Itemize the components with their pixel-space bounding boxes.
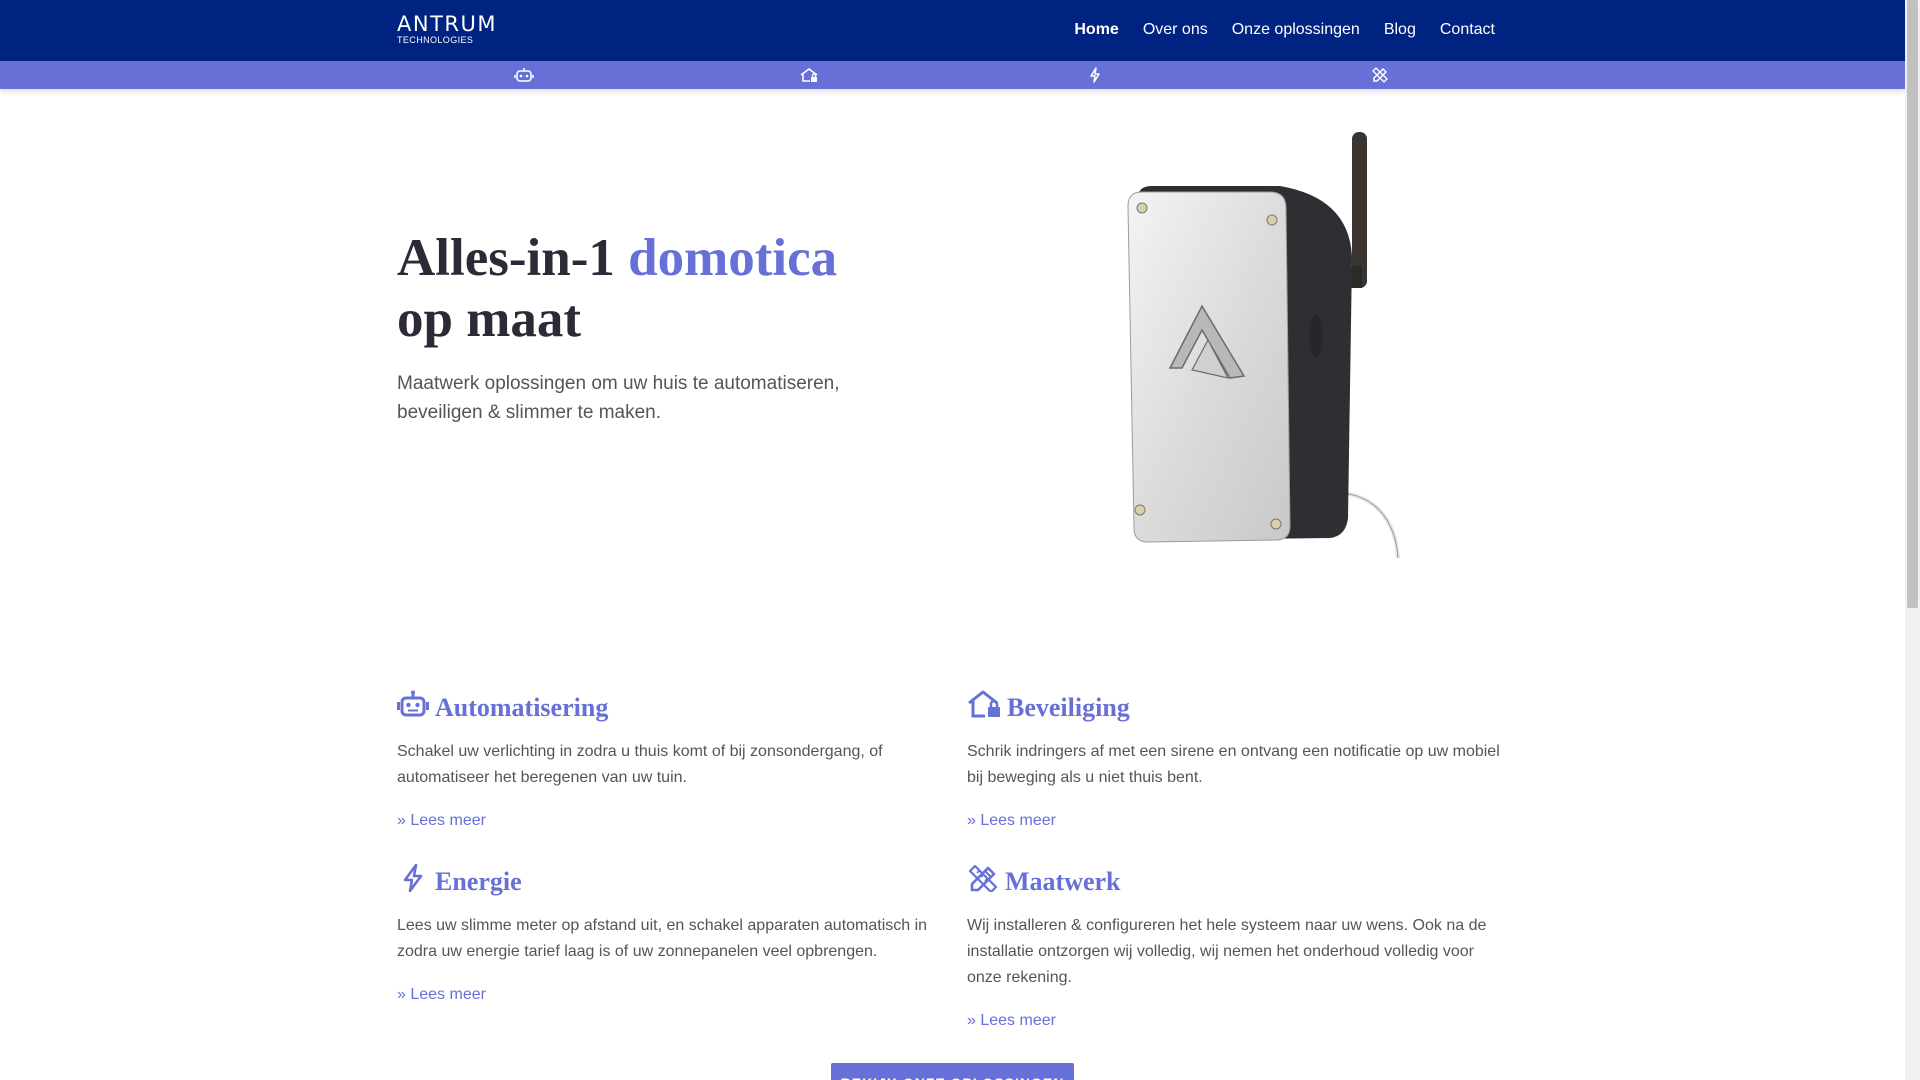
logo-name: ANTRUM [397, 12, 497, 36]
lees-meer-link[interactable]: » Lees meer [967, 1011, 1056, 1030]
feature-text: Schakel uw verlichting in zodra u thuis … [397, 743, 883, 786]
robot-icon[interactable] [514, 67, 534, 83]
bekijk-oplossingen-button[interactable]: BEKIJK ONZE OPLOSSINGEN [831, 1063, 1074, 1080]
main-nav: Home Over ons Onze oplossingen Blog Cont… [1074, 20, 1495, 39]
pencil-ruler-icon[interactable] [1370, 67, 1390, 83]
feature-automatisering: Automatisering Schakel uw verlichting in… [397, 690, 942, 830]
nav-item-onze-oplossingen[interactable]: Onze oplossingen [1232, 20, 1360, 39]
feature-title: Energie [435, 867, 522, 896]
robot-icon [397, 690, 429, 726]
feature-text: Wij installeren & configureren het hele … [967, 917, 1487, 986]
nav-item-home[interactable]: Home [1074, 20, 1118, 39]
feature-heading: Automatisering [397, 690, 942, 726]
hero-subtitle: Maatwerk oplossingen om uw huis te autom… [397, 373, 840, 423]
feature-maatwerk: Maatwerk Wij installeren & configureren … [967, 864, 1512, 1030]
nav-item-contact[interactable]: Contact [1440, 20, 1495, 39]
antrum-logo[interactable]: ANTRUM TECHNOLOGIES [397, 12, 497, 46]
feature-heading: Energie [397, 863, 942, 900]
lees-meer-link[interactable]: » Lees meer [967, 811, 1056, 830]
feature-heading: Maatwerk [967, 864, 1512, 900]
lightning-icon[interactable] [1085, 67, 1105, 83]
home-lock-icon [967, 690, 1001, 726]
feature-heading: Beveiliging [967, 690, 1512, 726]
hero-title: Alles-in-1 domotica op maat [397, 228, 957, 350]
feature-title: Automatisering [435, 693, 609, 722]
feature-text: Schrik indringers af met een sirene en o… [967, 743, 1500, 786]
top-navbar: ANTRUM TECHNOLOGIES Home Over ons Onze o… [0, 0, 1905, 61]
feature-energie: Energie Lees uw slimme meter op afstand … [397, 863, 942, 1004]
lees-meer-link[interactable]: » Lees meer [397, 985, 486, 1004]
hero-title-part1: Alles-in-1 [397, 229, 629, 287]
feature-beveiliging: Beveiliging Schrik indringers af met een… [967, 690, 1512, 830]
nav-item-over-ons[interactable]: Over ons [1143, 20, 1208, 39]
feature-title: Beveiliging [1007, 693, 1130, 722]
lees-meer-link[interactable]: » Lees meer [397, 811, 486, 830]
pencil-ruler-icon [967, 864, 999, 900]
feature-text: Lees uw slimme meter op afstand uit, en … [397, 917, 928, 960]
scrollbar-thumb[interactable] [1907, 0, 1918, 608]
antrum-device-image [1120, 128, 1420, 564]
feature-title: Maatwerk [1005, 867, 1121, 896]
logo-tagline: TECHNOLOGIES [397, 35, 474, 45]
hero-title-part2: op maat [397, 290, 582, 348]
nav-item-blog[interactable]: Blog [1384, 20, 1416, 39]
lightning-icon [397, 863, 429, 900]
solutions-icon-bar [0, 61, 1905, 89]
hero-title-accent: domotica [628, 229, 838, 287]
home-lock-icon[interactable] [799, 67, 819, 83]
